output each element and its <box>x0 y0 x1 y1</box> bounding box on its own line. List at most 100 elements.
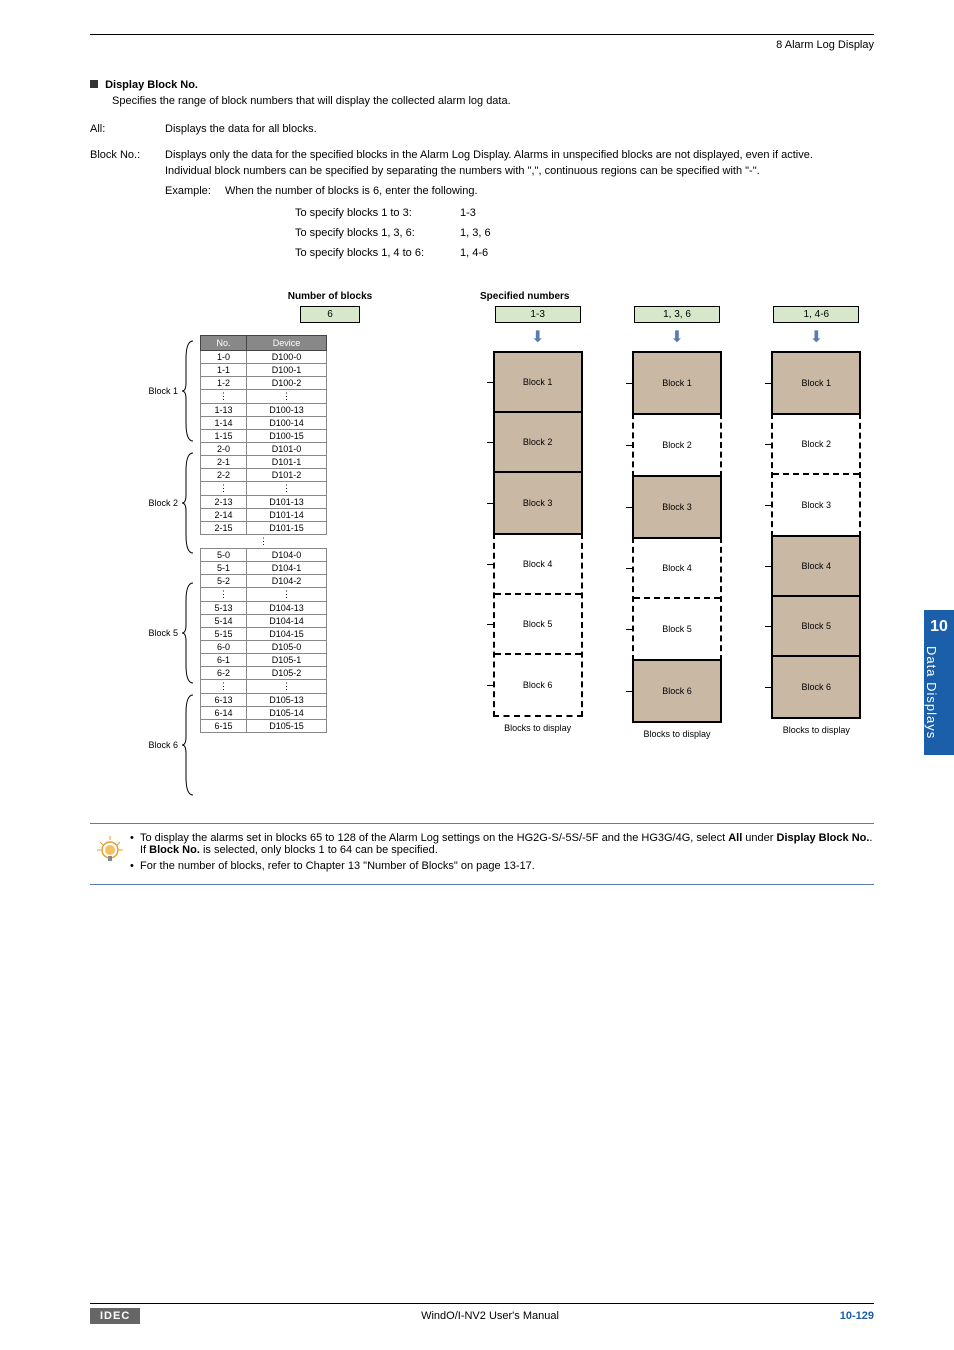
table-cell: 1-14 <box>201 417 247 430</box>
block-cell: Block 3 <box>634 477 720 537</box>
spec-box: 1, 4-6 <box>773 306 859 323</box>
table-cell: D105-1 <box>247 654 327 667</box>
bracket-label: Block 1 <box>148 386 178 396</box>
block-cell: Block 5 <box>773 597 859 657</box>
table-cell: 2-2 <box>201 469 247 482</box>
table-cell: ⋮ <box>201 588 247 602</box>
caption: Blocks to display <box>643 729 710 739</box>
page-number: 10-129 <box>840 1310 874 1322</box>
table-cell: 1-15 <box>201 430 247 443</box>
block-cell: Block 4 <box>773 537 859 597</box>
table-cell: 5-13 <box>201 602 247 615</box>
note-1: To display the alarms set in blocks 65 t… <box>130 832 874 856</box>
section-title: Display Block No. <box>90 79 874 91</box>
spec-line-l: To specify blocks 1 to 3: <box>295 207 460 219</box>
table-cell: D105-2 <box>247 667 327 680</box>
table-cell: 1-13 <box>201 404 247 417</box>
table-cell: D100-15 <box>247 430 327 443</box>
table-cell: 6-1 <box>201 654 247 667</box>
block-cell: Block 4 <box>634 539 720 599</box>
table-cell: 5-1 <box>201 562 247 575</box>
table-cell: ⋮ <box>201 680 247 694</box>
th-device: Device <box>247 336 327 351</box>
def-blockno-2: Individual block numbers can be specifie… <box>165 165 874 177</box>
block-cell: Block 2 <box>773 415 859 475</box>
table-cell: D104-1 <box>247 562 327 575</box>
table-cell: D100-1 <box>247 364 327 377</box>
table-cell: 6-2 <box>201 667 247 680</box>
table-cell: 6-14 <box>201 707 247 720</box>
table-cell: 2-15 <box>201 522 247 535</box>
def-term-blockno: Block No.: <box>90 149 165 267</box>
table-cell: ⋮ <box>201 390 247 404</box>
table-cell: 1-2 <box>201 377 247 390</box>
table-cell: 2-13 <box>201 496 247 509</box>
spec-line-r: 1-3 <box>460 207 476 219</box>
example-text: When the number of blocks is 6, enter th… <box>225 185 874 197</box>
arrow-down-icon: ⬇ <box>810 327 823 347</box>
arrow-down-icon: ⬇ <box>670 327 683 347</box>
breadcrumb: 8 Alarm Log Display <box>90 39 874 51</box>
caption: Blocks to display <box>783 725 850 735</box>
block-cell: Block 2 <box>634 415 720 475</box>
table-cell: ⋮ <box>247 482 327 496</box>
table-cell: D101-0 <box>247 443 327 456</box>
block-cell: Block 6 <box>495 655 581 715</box>
bracket-label: Block 6 <box>148 740 178 750</box>
chapter-number: 10 <box>924 618 954 636</box>
block-cell: Block 4 <box>495 535 581 595</box>
table-cell: D100-2 <box>247 377 327 390</box>
table-cell: 1-1 <box>201 364 247 377</box>
table-cell: 2-1 <box>201 456 247 469</box>
block-cell: Block 5 <box>495 595 581 655</box>
table-cell: D101-14 <box>247 509 327 522</box>
tip-icon <box>90 832 130 876</box>
table-cell: D105-0 <box>247 641 327 654</box>
table-cell: D104-0 <box>247 549 327 562</box>
brace-icon <box>182 339 194 443</box>
brand-logo: IDEC <box>90 1308 140 1324</box>
table-cell: D100-13 <box>247 404 327 417</box>
table-cell: 6-15 <box>201 720 247 733</box>
chapter-title: Data Displays <box>924 646 939 739</box>
def-all: Displays the data for all blocks. <box>165 123 874 135</box>
table-cell: 5-2 <box>201 575 247 588</box>
table-cell: D101-13 <box>247 496 327 509</box>
spec-line-r: 1, 4-6 <box>460 247 488 259</box>
block-cell: Block 1 <box>495 353 581 413</box>
spec-line-l: To specify blocks 1, 3, 6: <box>295 227 460 239</box>
block-cell: Block 3 <box>495 473 581 533</box>
table-cell: 5-14 <box>201 615 247 628</box>
arrow-down-icon: ⬇ <box>531 327 544 347</box>
brace-icon <box>182 581 194 685</box>
table-cell: D101-2 <box>247 469 327 482</box>
spec-box: 1, 3, 6 <box>634 306 720 323</box>
footer-title: WindO/I-NV2 User's Manual <box>421 1310 559 1322</box>
table-cell: 5-15 <box>201 628 247 641</box>
table-cell: 2-14 <box>201 509 247 522</box>
table-cell: 6-0 <box>201 641 247 654</box>
block-cell: Block 2 <box>495 413 581 473</box>
table-cell: D104-2 <box>247 575 327 588</box>
table-cell: D105-14 <box>247 707 327 720</box>
side-tab: 10 Data Displays <box>924 610 954 755</box>
spec-line-l: To specify blocks 1, 4 to 6: <box>295 247 460 259</box>
left-col-title: Number of blocks <box>200 291 460 302</box>
table-cell: D100-0 <box>247 351 327 364</box>
def-blockno-1: Displays only the data for the specified… <box>165 149 874 161</box>
block-cell: Block 1 <box>773 353 859 413</box>
brace-icon <box>182 693 194 797</box>
table-cell: 1-0 <box>201 351 247 364</box>
spec-line-r: 1, 3, 6 <box>460 227 491 239</box>
note-2: For the number of blocks, refer to Chapt… <box>130 860 874 872</box>
th-no: No. <box>201 336 247 351</box>
table-cell: D101-1 <box>247 456 327 469</box>
table-cell: D104-15 <box>247 628 327 641</box>
table-cell: ⋮ <box>201 482 247 496</box>
block-cell: Block 6 <box>634 661 720 721</box>
caption: Blocks to display <box>504 723 571 733</box>
def-term-all: All: <box>90 123 165 139</box>
num-blocks-box: 6 <box>300 306 360 323</box>
table-cell: D105-15 <box>247 720 327 733</box>
spec-box: 1-3 <box>495 306 581 323</box>
